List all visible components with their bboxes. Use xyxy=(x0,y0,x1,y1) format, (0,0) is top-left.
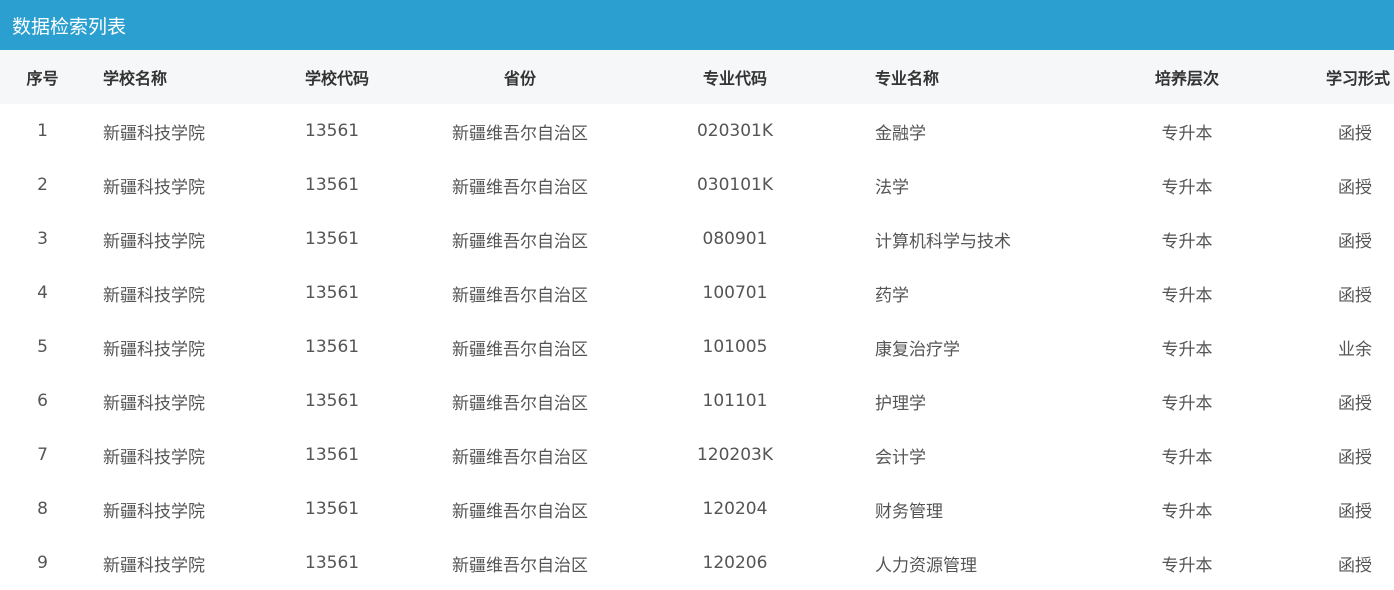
cell-level: 专升本 xyxy=(1161,339,1213,360)
cell-level: 专升本 xyxy=(1161,177,1213,198)
cell-study-mode: 函授 xyxy=(1338,393,1372,414)
table-row: 1 新疆科技学院 13561 新疆维吾尔自治区 020301K 金融学 专升本 函授 xyxy=(0,104,1394,158)
cell-school-name: 新疆科技学院 xyxy=(103,177,205,198)
cell-index: 6 xyxy=(37,391,48,411)
panel-header: 数据检索列表 xyxy=(0,0,1394,50)
cell-level: 专升本 xyxy=(1161,285,1213,306)
cell-province: 新疆维吾尔自治区 xyxy=(452,447,588,468)
cell-school-name: 新疆科技学院 xyxy=(103,285,205,306)
cell-study-mode: 函授 xyxy=(1338,123,1372,144)
cell-major-name: 计算机科学与技术 xyxy=(875,231,1011,252)
header-province: 省份 xyxy=(503,69,536,88)
cell-province: 新疆维吾尔自治区 xyxy=(452,555,588,576)
table-row: 8 新疆科技学院 13561 新疆维吾尔自治区 120204 财务管理 专升本 函授 xyxy=(0,482,1394,536)
cell-school-name: 新疆科技学院 xyxy=(103,123,205,144)
cell-province: 新疆维吾尔自治区 xyxy=(452,501,588,522)
table-row: 5 新疆科技学院 13561 新疆维吾尔自治区 101005 康复治疗学 专升本 业余 xyxy=(0,320,1394,374)
cell-study-mode: 函授 xyxy=(1338,501,1372,522)
cell-major-name: 财务管理 xyxy=(875,501,943,522)
header-study-mode: 学习形式 xyxy=(1325,69,1390,88)
cell-school-code: 13561 xyxy=(305,337,360,357)
cell-index: 5 xyxy=(37,337,48,357)
cell-school-code: 13561 xyxy=(305,229,360,249)
cell-major-name: 康复治疗学 xyxy=(875,339,960,360)
cell-study-mode: 函授 xyxy=(1338,447,1372,468)
cell-major-code: 100701 xyxy=(702,283,768,303)
cell-school-name: 新疆科技学院 xyxy=(103,501,205,522)
cell-school-code: 13561 xyxy=(305,175,360,195)
cell-province: 新疆维吾尔自治区 xyxy=(452,393,588,414)
cell-school-code: 13561 xyxy=(305,121,360,141)
header-school-name: 学校名称 xyxy=(103,69,168,88)
cell-index: 2 xyxy=(37,175,48,195)
cell-major-code: 020301K xyxy=(696,121,774,141)
table-row: 7 新疆科技学院 13561 新疆维吾尔自治区 120203K 会计学 专升本 函授 xyxy=(0,428,1394,482)
cell-study-mode: 函授 xyxy=(1338,231,1372,252)
cell-major-name: 药学 xyxy=(875,285,909,306)
table-row: 9 新疆科技学院 13561 新疆维吾尔自治区 120206 人力资源管理 专升本 函授 xyxy=(0,536,1394,590)
cell-school-name: 新疆科技学院 xyxy=(103,555,205,576)
panel-title: 数据检索列表 xyxy=(12,15,127,38)
cell-major-name: 护理学 xyxy=(875,393,926,414)
cell-major-code: 101101 xyxy=(702,391,768,411)
cell-index: 9 xyxy=(37,553,48,573)
cell-province: 新疆维吾尔自治区 xyxy=(452,123,588,144)
table-body: 1 新疆科技学院 13561 新疆维吾尔自治区 020301K 金融学 专升本 函授 2 新疆科技… xyxy=(0,104,1394,590)
cell-index: 3 xyxy=(37,229,48,249)
cell-school-code: 13561 xyxy=(305,553,360,573)
cell-school-code: 13561 xyxy=(305,283,360,303)
cell-level: 专升本 xyxy=(1161,231,1213,252)
cell-school-name: 新疆科技学院 xyxy=(103,231,205,252)
header-school-code: 学校代码 xyxy=(305,69,370,88)
cell-province: 新疆维吾尔自治区 xyxy=(452,339,588,360)
cell-major-name: 法学 xyxy=(875,177,909,198)
cell-major-code: 101005 xyxy=(702,337,768,357)
cell-level: 专升本 xyxy=(1161,555,1213,576)
cell-level: 专升本 xyxy=(1161,123,1213,144)
cell-major-code: 030101K xyxy=(696,175,774,195)
cell-index: 1 xyxy=(37,121,48,141)
results-table: 序号 学校名称 学校代码 省份 专业代码 专业名称 培养层次 学习形式 1 新疆科… xyxy=(0,50,1394,590)
cell-major-name: 会计学 xyxy=(875,447,926,468)
cell-index: 8 xyxy=(37,499,48,519)
cell-school-name: 新疆科技学院 xyxy=(103,339,205,360)
table-row: 4 新疆科技学院 13561 新疆维吾尔自治区 100701 药学 专升本 函授 xyxy=(0,266,1394,320)
header-level: 培养层次 xyxy=(1154,69,1219,88)
cell-level: 专升本 xyxy=(1161,393,1213,414)
cell-major-code: 120206 xyxy=(702,553,768,573)
cell-school-name: 新疆科技学院 xyxy=(103,393,205,414)
cell-major-name: 金融学 xyxy=(875,123,926,144)
table-row: 6 新疆科技学院 13561 新疆维吾尔自治区 101101 护理学 专升本 函授 xyxy=(0,374,1394,428)
cell-study-mode: 业余 xyxy=(1338,339,1372,360)
cell-major-code: 080901 xyxy=(702,229,768,249)
header-major-code: 专业代码 xyxy=(702,69,767,88)
cell-level: 专升本 xyxy=(1161,501,1213,522)
cell-school-name: 新疆科技学院 xyxy=(103,447,205,468)
cell-province: 新疆维吾尔自治区 xyxy=(452,285,588,306)
table-header-row: 序号 学校名称 学校代码 省份 专业代码 专业名称 培养层次 学习形式 xyxy=(0,50,1394,104)
cell-province: 新疆维吾尔自治区 xyxy=(452,177,588,198)
cell-province: 新疆维吾尔自治区 xyxy=(452,231,588,252)
cell-school-code: 13561 xyxy=(305,391,360,411)
cell-study-mode: 函授 xyxy=(1338,285,1372,306)
cell-index: 4 xyxy=(37,283,48,303)
table-row: 3 新疆科技学院 13561 新疆维吾尔自治区 080901 计算机科学与技术 专升本 函授 xyxy=(0,212,1394,266)
header-index: 序号 xyxy=(26,69,59,88)
cell-school-code: 13561 xyxy=(305,445,360,465)
cell-study-mode: 函授 xyxy=(1338,177,1372,198)
table-row: 2 新疆科技学院 13561 新疆维吾尔自治区 030101K 法学 专升本 函授 xyxy=(0,158,1394,212)
cell-major-code: 120204 xyxy=(702,499,768,519)
cell-major-code: 120203K xyxy=(696,445,774,465)
cell-school-code: 13561 xyxy=(305,499,360,519)
cell-study-mode: 函授 xyxy=(1338,555,1372,576)
cell-index: 7 xyxy=(37,445,48,465)
cell-level: 专升本 xyxy=(1161,447,1213,468)
header-major-name: 专业名称 xyxy=(875,69,940,88)
cell-major-name: 人力资源管理 xyxy=(875,555,977,576)
